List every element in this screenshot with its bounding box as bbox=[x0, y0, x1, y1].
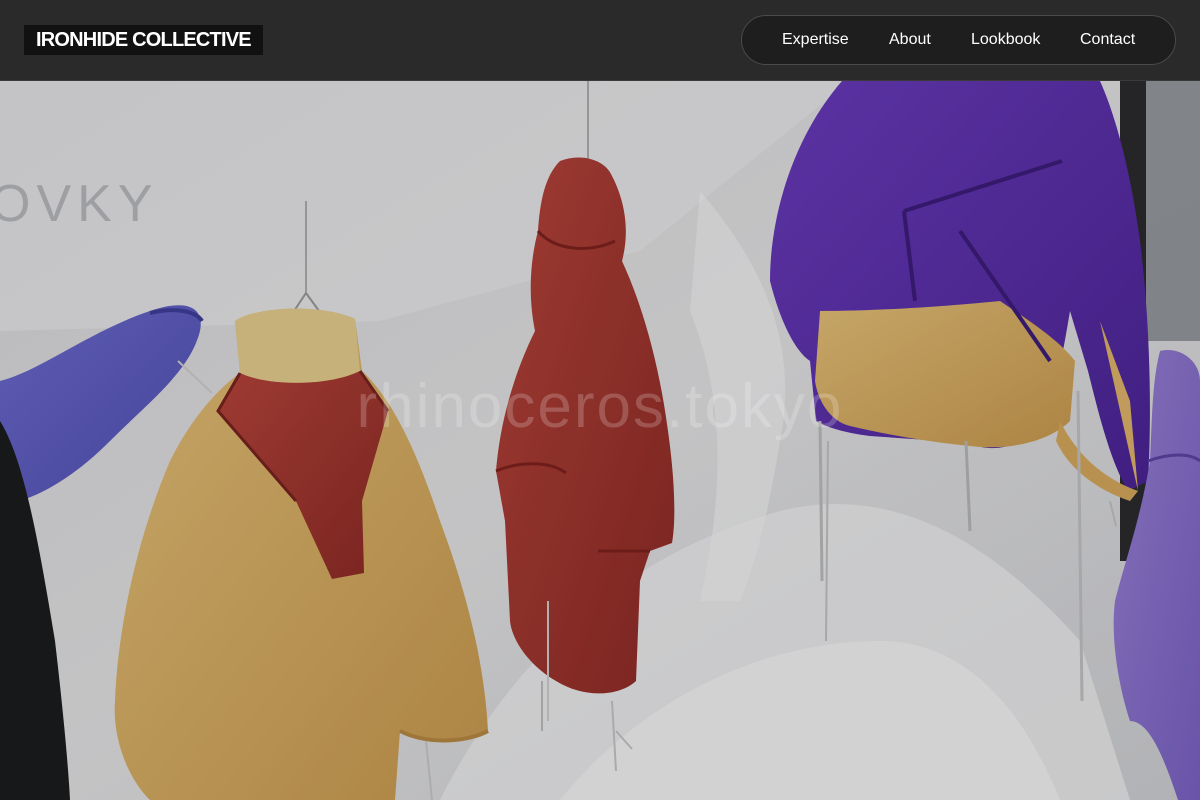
page: IRONHIDE COLLECTIVE Expertise About Look… bbox=[0, 0, 1200, 800]
brand-logo[interactable]: IRONHIDE COLLECTIVE bbox=[24, 25, 263, 55]
nav-item-about[interactable]: About bbox=[889, 16, 931, 64]
site-header: IRONHIDE COLLECTIVE Expertise About Look… bbox=[0, 0, 1200, 81]
nav-item-expertise[interactable]: Expertise bbox=[782, 16, 849, 64]
hero-photo-illustration: OVKY bbox=[0, 81, 1200, 800]
hero-image: OVKY rhinoceros.tokyo bbox=[0, 81, 1200, 800]
nav-item-contact[interactable]: Contact bbox=[1080, 16, 1135, 64]
backdrop-lettering: OVKY bbox=[0, 175, 159, 233]
main-nav: Expertise About Lookbook Contact bbox=[741, 15, 1176, 65]
nav-item-lookbook[interactable]: Lookbook bbox=[971, 16, 1040, 64]
